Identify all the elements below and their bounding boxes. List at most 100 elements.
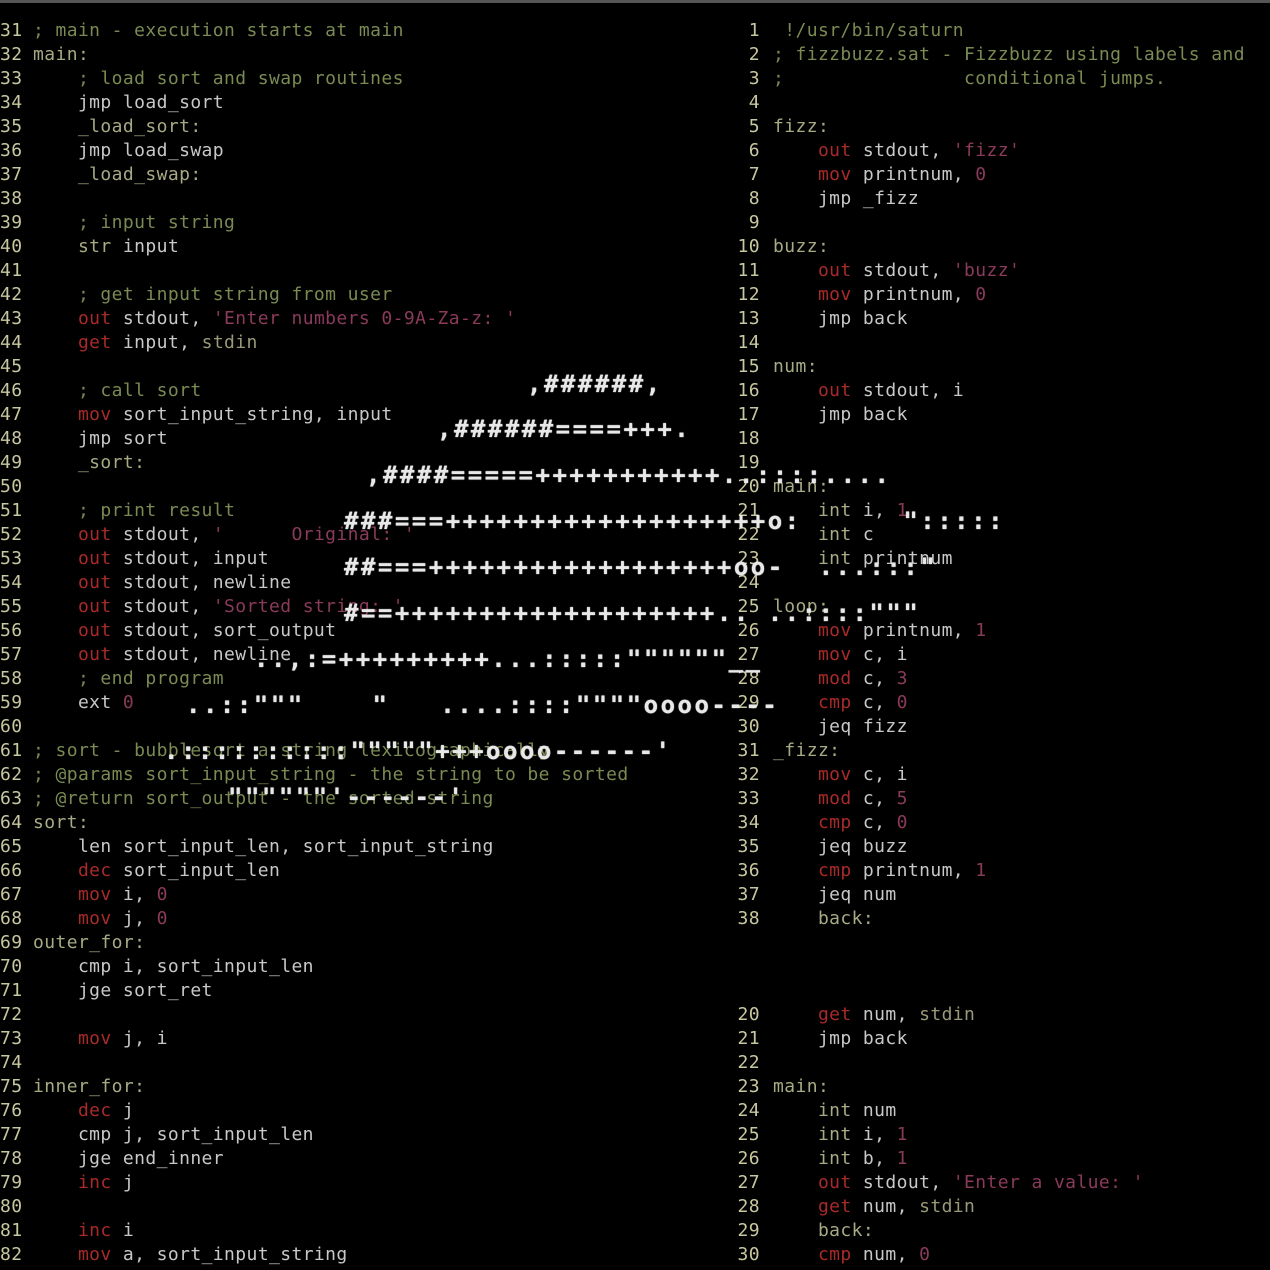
code-line[interactable]: 22	[736, 1051, 773, 1075]
code-line[interactable]: 28 mod c, 3	[736, 667, 908, 691]
code-line[interactable]: 25 loop:	[736, 595, 829, 619]
code-line[interactable]: 15 num:	[736, 355, 818, 379]
code-line[interactable]: 73 mov j, i	[0, 1027, 168, 1051]
code-line[interactable]: 24 int num	[736, 1099, 897, 1123]
code-line[interactable]: 57 out stdout, newline	[0, 643, 291, 667]
code-line[interactable]: 74	[0, 1051, 33, 1075]
code-line[interactable]: 49 _sort:	[0, 451, 145, 475]
code-line[interactable]: 31 _fizz:	[736, 739, 841, 763]
code-line[interactable]: 21 int i, 1	[736, 499, 908, 523]
code-line[interactable]: 37 _load_swap:	[0, 163, 202, 187]
code-line[interactable]: 22 int c	[736, 523, 874, 547]
code-line[interactable]: 8 jmp _fizz	[736, 187, 919, 211]
code-line[interactable]: 33 ; load sort and swap routines	[0, 67, 404, 91]
code-line[interactable]: 64 sort:	[0, 811, 89, 835]
code-line[interactable]: 78 jge end_inner	[0, 1147, 224, 1171]
code-line[interactable]: 62 ; @params sort_input_string - the stri…	[0, 763, 629, 787]
code-line[interactable]: 82 mov a, sort_input_string	[0, 1243, 348, 1267]
code-line[interactable]: 42 ; get input string from user	[0, 283, 393, 307]
code-line[interactable]: 61 ; sort - bubblesort a string lexicogra…	[0, 739, 550, 763]
code-line[interactable]: 35 _load_sort:	[0, 115, 202, 139]
code-line[interactable]: 29 cmp c, 0	[736, 691, 908, 715]
code-line[interactable]: 18	[736, 427, 773, 451]
code-line[interactable]: 9	[736, 211, 773, 235]
code-line[interactable]: 6 out stdout, 'fizz'	[736, 139, 1020, 163]
code-line[interactable]: 4	[736, 91, 773, 115]
code-line[interactable]: 14	[736, 331, 773, 355]
code-line[interactable]: 37 jeq num	[736, 883, 897, 907]
code-line[interactable]: 45	[0, 355, 33, 379]
code-line[interactable]: 34 cmp c, 0	[736, 811, 908, 835]
code-line[interactable]: 11 out stdout, 'buzz'	[736, 259, 1020, 283]
code-line[interactable]: 41	[0, 259, 33, 283]
code-line[interactable]: 23 main:	[736, 1075, 829, 1099]
code-line[interactable]: 3 ; conditional jumps.	[736, 67, 1166, 91]
code-line[interactable]: 46 ; call sort	[0, 379, 202, 403]
code-line[interactable]: 71 jge sort_ret	[0, 979, 213, 1003]
code-line[interactable]: 43 out stdout, 'Enter numbers 0-9A-Za-z:…	[0, 307, 516, 331]
code-line[interactable]: 47 mov sort_input_string, input	[0, 403, 393, 427]
code-line[interactable]: 33 mod c, 5	[736, 787, 908, 811]
code-line[interactable]: 13 jmp back	[736, 307, 908, 331]
code-line[interactable]: 65 len sort_input_len, sort_input_string	[0, 835, 494, 859]
code-line[interactable]: 29 back:	[736, 1219, 874, 1243]
code-line[interactable]: 66 dec sort_input_len	[0, 859, 280, 883]
code-line[interactable]: 36 cmp printnum, 1	[736, 859, 987, 883]
code-line[interactable]: 79 inc j	[0, 1171, 134, 1195]
code-line[interactable]: 81 inc i	[0, 1219, 134, 1243]
code-line[interactable]: 53 out stdout, input	[0, 547, 269, 571]
code-line[interactable]: 20 main:	[736, 475, 829, 499]
code-line[interactable]: 35 jeq buzz	[736, 835, 908, 859]
code-line[interactable]: 36 jmp load_swap	[0, 139, 224, 163]
code-line[interactable]: 25 int i, 1	[736, 1123, 908, 1147]
code-line[interactable]: 63 ; @return sort_output - the sorted str…	[0, 787, 494, 811]
code-line[interactable]: 50	[0, 475, 33, 499]
code-line[interactable]: 54 out stdout, newline	[0, 571, 291, 595]
editor-pane-left[interactable]: 31; main - execution starts at main 32 mai…	[0, 19, 760, 1270]
code-line[interactable]: 30 jeq fizz	[736, 715, 908, 739]
code-line[interactable]: 19	[736, 451, 773, 475]
code-line[interactable]: 31 ; main - execution starts at main	[0, 19, 404, 43]
code-line[interactable]: 76 dec j	[0, 1099, 134, 1123]
code-line[interactable]: 72	[0, 1003, 33, 1027]
code-line[interactable]: 26 int b, 1	[736, 1147, 908, 1171]
code-line[interactable]: 5 fizz:	[736, 115, 829, 139]
code-line[interactable]: 58 ; end program	[0, 667, 224, 691]
code-line[interactable]: 60	[0, 715, 33, 739]
code-line[interactable]: 77 cmp j, sort_input_len	[0, 1123, 314, 1147]
code-line[interactable]: 27 out stdout, 'Enter a value: '	[736, 1171, 1144, 1195]
code-line[interactable]: 39 ; input string	[0, 211, 235, 235]
code-line[interactable]: 67 mov i, 0	[0, 883, 168, 907]
code-line[interactable]: 75 inner_for:	[0, 1075, 145, 1099]
code-line[interactable]: 40 str input	[0, 235, 179, 259]
code-line[interactable]: 32 main:	[0, 43, 89, 67]
code-line[interactable]: 70 cmp i, sort_input_len	[0, 955, 314, 979]
code-line[interactable]: 55 out stdout, 'Sorted string: '	[0, 595, 404, 619]
code-line[interactable]: 68 mov j, 0	[0, 907, 168, 931]
code-line[interactable]: 32 mov c, i	[736, 763, 908, 787]
code-line[interactable]: 23 int printnum	[736, 547, 953, 571]
code-line[interactable]: 17 jmp back	[736, 403, 908, 427]
code-line[interactable]: 69 outer_for:	[0, 931, 145, 955]
editor-pane-right[interactable]: 1 #!/usr/bin/saturn 2 ; fizzbuzz.sat - Fizz…	[736, 19, 1270, 1270]
code-line[interactable]: 51 ; print result	[0, 499, 235, 523]
code-line[interactable]: 12 mov printnum, 0	[736, 283, 987, 307]
code-line[interactable]: 59 ext 0	[0, 691, 134, 715]
code-line[interactable]: 2 ; fizzbuzz.sat - Fizzbuzz using labels …	[736, 43, 1245, 67]
code-line[interactable]: 27 mov c, i	[736, 643, 908, 667]
code-line[interactable]: 21 jmp back	[736, 1027, 908, 1051]
code-line[interactable]: 38	[0, 187, 33, 211]
code-line[interactable]: 48 jmp sort	[0, 427, 168, 451]
code-line[interactable]: 34 jmp load_sort	[0, 91, 224, 115]
code-line[interactable]: 52 out stdout, ' Original: '	[0, 523, 415, 547]
code-line[interactable]: 80	[0, 1195, 33, 1219]
code-line[interactable]: 28 get num, stdin	[736, 1195, 975, 1219]
code-line[interactable]: 7 mov printnum, 0	[736, 163, 987, 187]
code-line[interactable]: 20 get num, stdin	[736, 1003, 975, 1027]
code-line[interactable]: 24	[736, 571, 773, 595]
code-line[interactable]: 16 out stdout, i	[736, 379, 964, 403]
code-line[interactable]: 38 back:	[736, 907, 874, 931]
code-line[interactable]: 1 #!/usr/bin/saturn	[736, 19, 964, 43]
code-line[interactable]: 56 out stdout, sort_output	[0, 619, 336, 643]
code-line[interactable]: 26 mov printnum, 1	[736, 619, 987, 643]
